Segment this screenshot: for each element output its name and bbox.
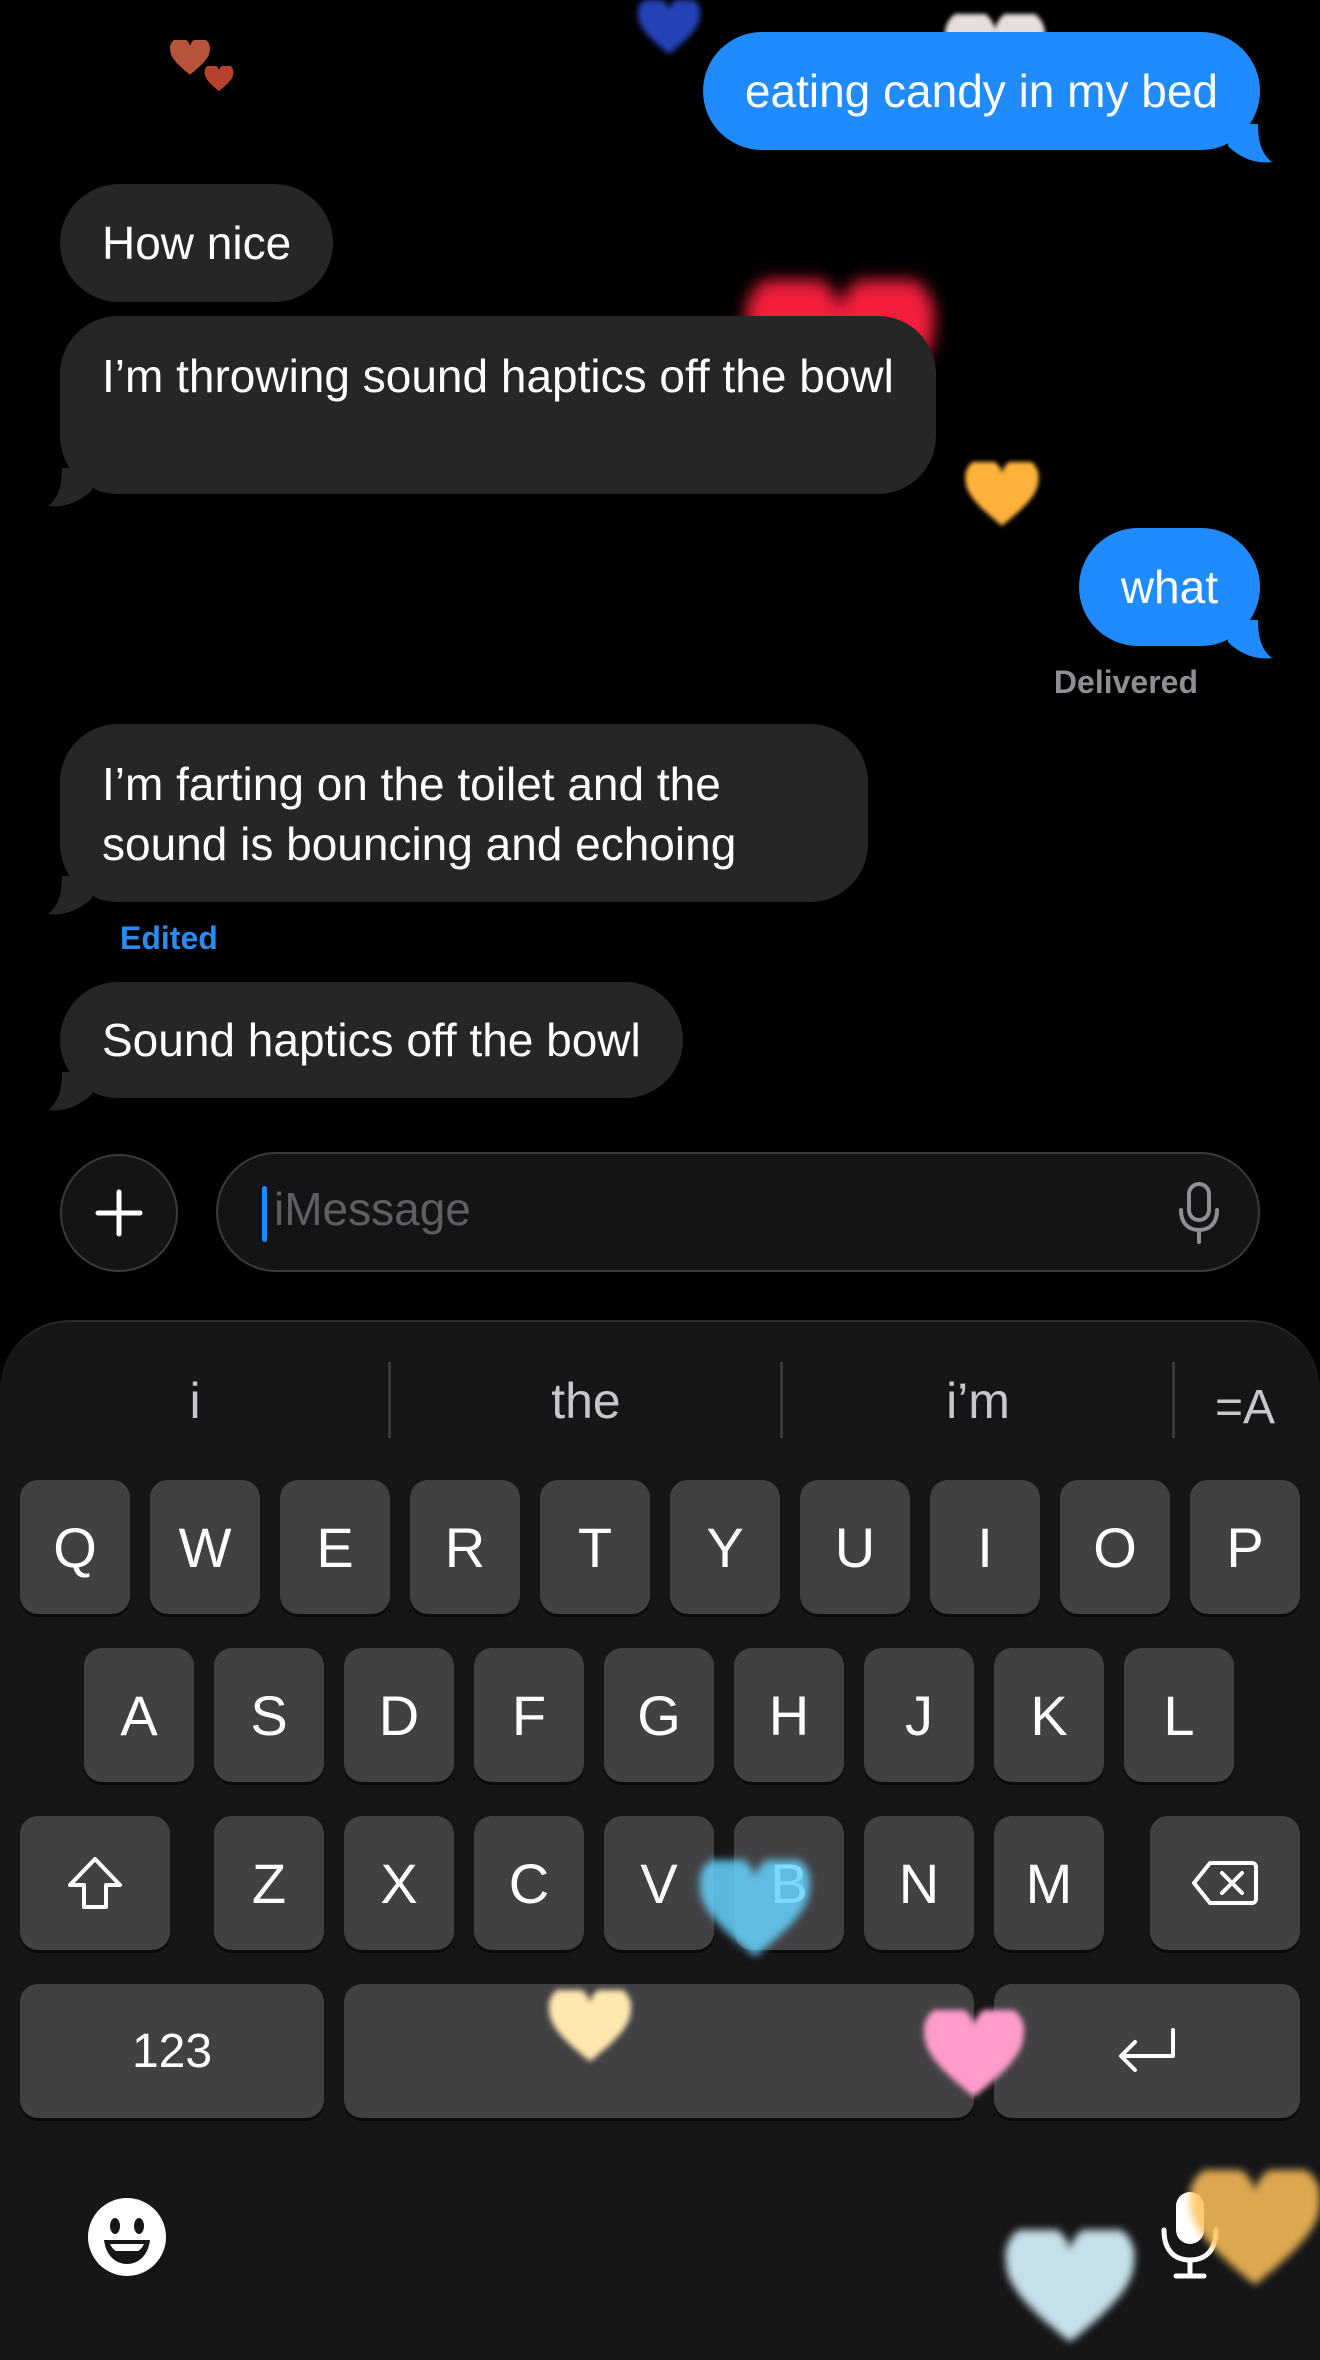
- emoji-icon[interactable]: [86, 2196, 168, 2278]
- key-w[interactable]: W: [150, 1480, 260, 1614]
- heart-effect-icon: [204, 66, 234, 92]
- bubble-tail: [48, 876, 92, 916]
- key-q[interactable]: Q: [20, 1480, 130, 1614]
- incoming-message[interactable]: I’m throwing sound haptics off the bowl: [48, 316, 936, 507]
- bubble-tail: [48, 468, 92, 508]
- shift-key[interactable]: [20, 1816, 170, 1950]
- heart-effect-icon: [624, 0, 714, 56]
- text-cursor: [262, 1186, 267, 1242]
- key-s[interactable]: S: [214, 1648, 324, 1782]
- message-text: I’m farting on the toilet and the sound …: [102, 758, 737, 870]
- text-format-icon[interactable]: =A: [1190, 1368, 1300, 1446]
- suggestion-2[interactable]: the: [391, 1362, 781, 1440]
- message-text: How nice: [102, 217, 292, 269]
- key-g[interactable]: G: [604, 1648, 714, 1782]
- message-placeholder: iMessage: [274, 1183, 471, 1235]
- key-c[interactable]: C: [474, 1816, 584, 1950]
- delivered-status: Delivered: [1053, 664, 1198, 700]
- key-j[interactable]: J: [864, 1648, 974, 1782]
- message-input[interactable]: iMessage: [216, 1152, 1260, 1272]
- key-v[interactable]: V: [604, 1816, 714, 1950]
- bubble-tail: [1228, 620, 1272, 660]
- key-h[interactable]: H: [734, 1648, 844, 1782]
- heart-effect-icon: [170, 40, 210, 76]
- delete-icon: [1192, 1861, 1258, 1905]
- message-text: what: [1120, 561, 1218, 613]
- key-e[interactable]: E: [280, 1480, 390, 1614]
- suggestion-1[interactable]: i: [0, 1362, 390, 1440]
- key-l[interactable]: L: [1124, 1648, 1234, 1782]
- keyboard: i the i’m =A Q W E R T Y U I O P A S D F…: [0, 1320, 1320, 2360]
- suggestion-3[interactable]: i’m: [783, 1362, 1173, 1440]
- numbers-key[interactable]: 123: [20, 1984, 324, 2118]
- key-x[interactable]: X: [344, 1816, 454, 1950]
- suggestion-divider: [1172, 1362, 1175, 1438]
- key-r[interactable]: R: [410, 1480, 520, 1614]
- key-i[interactable]: I: [930, 1480, 1040, 1614]
- delete-key[interactable]: [1150, 1816, 1300, 1950]
- heart-effect-icon: [964, 462, 1040, 528]
- shift-icon: [68, 1857, 122, 1909]
- key-a[interactable]: A: [84, 1648, 194, 1782]
- message-text: I’m throwing sound haptics off the bowl: [102, 350, 894, 402]
- key-k[interactable]: K: [994, 1648, 1104, 1782]
- bubble-tail: [1228, 124, 1272, 164]
- outgoing-message[interactable]: what: [1078, 528, 1272, 659]
- message-text: eating candy in my bed: [744, 65, 1218, 117]
- apps-plus-button[interactable]: [60, 1154, 178, 1272]
- incoming-message[interactable]: I’m farting on the toilet and the sound …: [48, 724, 868, 915]
- key-u[interactable]: U: [800, 1480, 910, 1614]
- key-t[interactable]: T: [540, 1480, 650, 1614]
- return-icon: [1119, 2028, 1175, 2072]
- key-z[interactable]: Z: [214, 1816, 324, 1950]
- incoming-message[interactable]: Sound haptics off the bowl: [48, 982, 683, 1111]
- outgoing-message[interactable]: eating candy in my bed: [702, 32, 1272, 163]
- key-b[interactable]: B: [734, 1816, 844, 1950]
- message-text: Sound haptics off the bowl: [102, 1014, 641, 1066]
- return-key[interactable]: [994, 1984, 1300, 2118]
- key-o[interactable]: O: [1060, 1480, 1170, 1614]
- key-y[interactable]: Y: [670, 1480, 780, 1614]
- key-m[interactable]: M: [994, 1816, 1104, 1950]
- incoming-message[interactable]: How nice: [60, 184, 334, 302]
- edited-label[interactable]: Edited: [120, 920, 218, 957]
- key-p[interactable]: P: [1190, 1480, 1300, 1614]
- key-f[interactable]: F: [474, 1648, 584, 1782]
- space-key[interactable]: [344, 1984, 974, 2118]
- bubble-tail: [48, 1072, 92, 1112]
- key-d[interactable]: D: [344, 1648, 454, 1782]
- key-n[interactable]: N: [864, 1816, 974, 1950]
- dictation-microphone-icon[interactable]: [1160, 2190, 1220, 2280]
- microphone-icon[interactable]: [1178, 1182, 1220, 1244]
- plus-icon: [95, 1189, 143, 1237]
